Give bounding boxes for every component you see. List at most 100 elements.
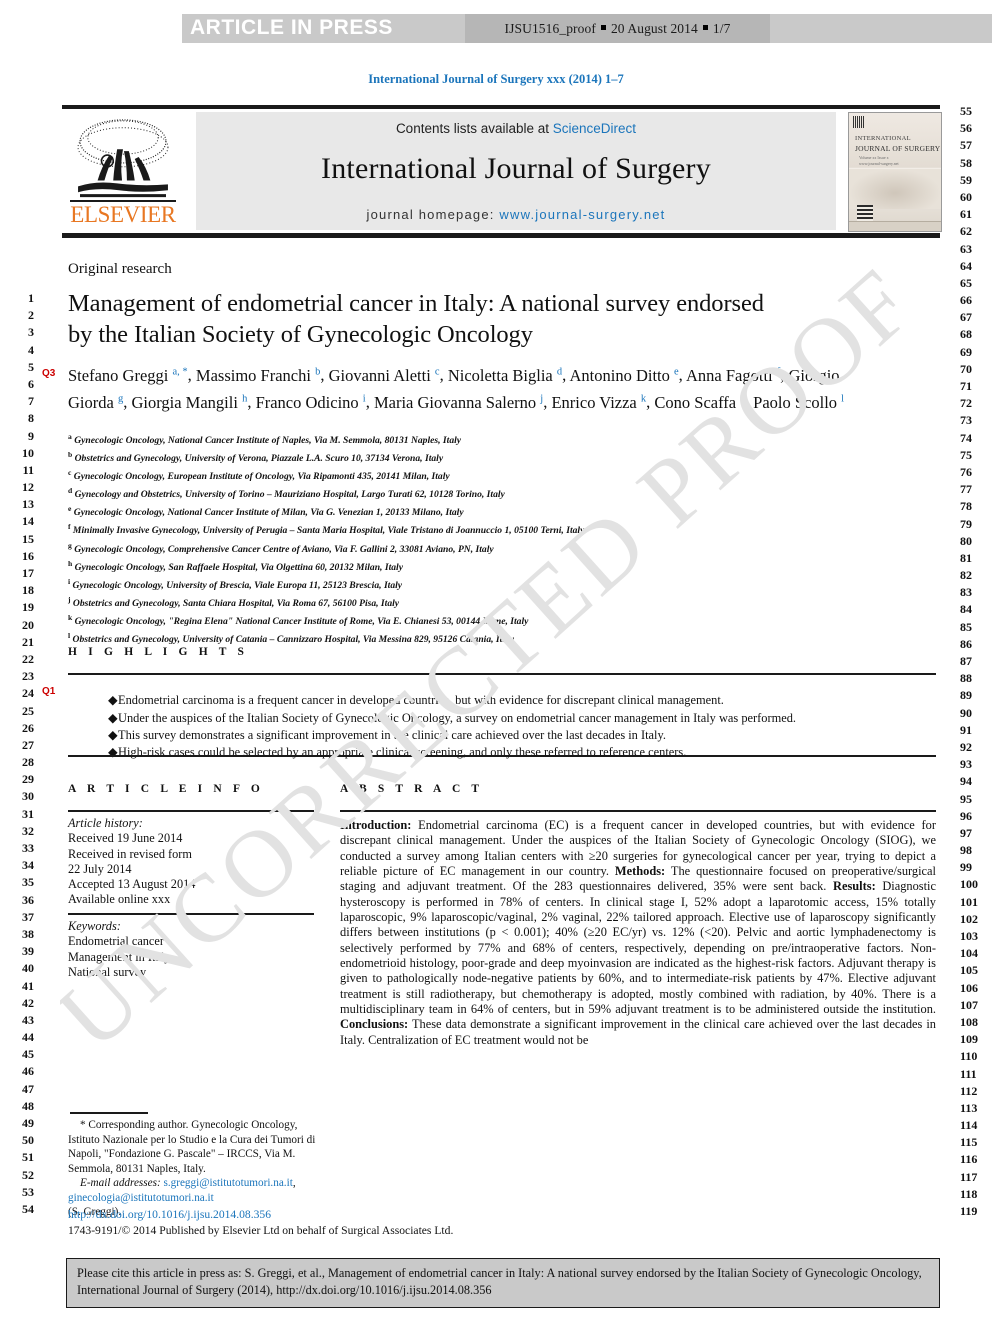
line-number: 84: [960, 602, 972, 617]
line-number: 28: [22, 755, 34, 770]
line-number: 12: [22, 480, 34, 495]
proof-page: 1/7: [712, 20, 731, 36]
abstract-results-label: Results:: [833, 879, 876, 894]
cover-line-1: INTERNATIONAL: [855, 135, 911, 142]
abstract-methods-label: Methods:: [614, 864, 666, 879]
line-number: 118: [960, 1186, 978, 1201]
abstract-introduction-label: Introduction:: [340, 818, 412, 832]
line-number: 65: [960, 275, 972, 290]
line-number: 115: [960, 1135, 978, 1150]
journal-reference-line: International Journal of Surgery xxx (20…: [368, 72, 624, 86]
email-link-1[interactable]: s.greggi@istitutotumori.na.it: [163, 1177, 292, 1189]
author-list: Stefano Greggi a, *, Massimo Franchi b, …: [68, 365, 845, 412]
article-history-item: Received in revised form: [68, 846, 192, 861]
homepage-link[interactable]: www.journal-surgery.net: [499, 207, 665, 222]
line-number: 108: [960, 1014, 978, 1029]
line-number: 30: [22, 789, 34, 804]
line-number: 48: [22, 1098, 34, 1113]
line-number: 43: [22, 1012, 34, 1027]
line-number: 101: [960, 894, 978, 909]
line-number: 2: [28, 308, 34, 323]
query-marker-q3[interactable]: Q3: [42, 368, 55, 379]
line-number: 63: [960, 241, 972, 256]
affiliation-item: e Gynecologic Oncology, National Cancer …: [68, 504, 464, 519]
elsevier-wordmark: ELSEVIER: [70, 202, 176, 227]
line-number: 71: [960, 379, 972, 393]
author-name: Cono Scaffa a: [654, 392, 745, 412]
line-number: 76: [960, 464, 972, 479]
article-history-lines: Received 19 June 2014 Received in revised…: [68, 831, 318, 907]
affiliation-item: j Obstetrics and Gynecology, Santa Chiar…: [68, 594, 400, 610]
line-number: 41: [22, 978, 34, 993]
line-number: 49: [22, 1116, 34, 1130]
line-number: 86: [960, 636, 972, 651]
masthead-top-rule: [62, 105, 940, 109]
email-link-2[interactable]: ginecologia@istitutotumori.na.it: [68, 1192, 214, 1204]
journal-homepage-line: journal homepage: www.journal-surgery.ne…: [367, 207, 666, 222]
article-history-item: Accepted 13 August 2014: [68, 877, 196, 892]
line-number: 16: [22, 548, 34, 563]
line-number: 113: [960, 1100, 978, 1115]
line-number: 57: [960, 138, 972, 153]
line-number: 80: [960, 533, 972, 548]
copyright-line: 1743-9191/© 2014 Published by Elsevier L…: [68, 1224, 454, 1237]
highlights-heading: H I G H L I G H T S: [68, 646, 249, 658]
line-number: 79: [960, 516, 972, 531]
diamond-bullet-icon: ◆: [108, 710, 118, 725]
masthead-panel: Contents lists available at ScienceDirec…: [196, 112, 836, 230]
highlight-item: ◆Endometrial carcinoma is a frequent can…: [108, 692, 980, 709]
affiliation-mark: c: [68, 468, 72, 478]
line-number: 100: [960, 877, 978, 892]
diamond-bullet-icon: ◆: [108, 693, 118, 708]
masthead-bottom-rule: [62, 233, 940, 238]
line-number: 78: [960, 499, 972, 514]
line-number: 88: [960, 671, 972, 686]
line-number: 6: [28, 376, 34, 391]
line-number: 75: [960, 447, 972, 462]
line-number: 38: [22, 926, 34, 941]
affiliation-mark: j: [68, 594, 71, 604]
corresponding-author-footnote: * Corresponding author. Gynecologic Onco…: [68, 1118, 324, 1220]
line-number: 56: [960, 121, 972, 136]
line-number: 44: [22, 1030, 34, 1045]
line-number: 21: [22, 634, 34, 649]
line-number: 116: [960, 1152, 978, 1167]
query-marker-q1[interactable]: Q1: [42, 686, 55, 697]
affiliation-mark: d: [68, 486, 73, 496]
line-number: 35: [22, 875, 34, 890]
proof-date: 20 August 2014: [610, 20, 698, 36]
sciencedirect-link[interactable]: ScienceDirect: [553, 121, 636, 136]
line-number: 25: [22, 703, 34, 718]
line-number: 59: [960, 172, 972, 187]
line-number: 15: [22, 531, 34, 546]
line-number: 39: [22, 944, 34, 959]
author-name: Massimo Franchi b: [195, 365, 321, 385]
affiliation-item: c Gynecologic Oncology, European Institu…: [68, 468, 450, 483]
line-number: 103: [960, 929, 978, 943]
abstract-text: Introduction: Endometrial carcinoma (EC)…: [340, 818, 936, 1048]
doi-link[interactable]: http://dx.doi.org/10.1016/j.ijsu.2014.08…: [68, 1208, 271, 1221]
article-history-item: Received 19 June 2014: [68, 831, 183, 846]
affiliation-mark: f: [68, 522, 71, 532]
abstract-results: Diagnostic hysteroscopy is performed in …: [340, 879, 936, 1017]
cite-this-article-box: Please cite this article in press as: S.…: [66, 1258, 940, 1308]
line-number: 62: [960, 224, 972, 239]
affiliation-item: a Gynecologic Oncology, National Cancer …: [68, 432, 462, 447]
affiliation-item: f Minimally Invasive Gynecology, Univers…: [68, 522, 585, 537]
affiliation-mark: k: [68, 612, 73, 622]
line-number: 117: [960, 1169, 978, 1184]
highlights-bottom-rule: [68, 755, 936, 757]
line-number: 97: [960, 825, 972, 840]
abstract-heading: A B S T R A C T: [340, 783, 484, 795]
diamond-bullet-icon: ◆: [108, 745, 118, 760]
line-number: 69: [960, 344, 972, 359]
highlight-item: ◆Under the auspices of the Italian Socie…: [108, 710, 980, 727]
affiliation-list: a Gynecologic Oncology, National Cancer …: [68, 430, 788, 647]
elsevier-logo: ELSEVIER: [64, 112, 182, 230]
line-number: 23: [22, 669, 34, 684]
line-number: 98: [960, 843, 972, 858]
article-history-item: 22 July 2014: [68, 861, 132, 876]
line-number: 102: [960, 911, 978, 926]
line-number: 19: [22, 600, 34, 615]
journal-title: International Journal of Surgery: [321, 152, 711, 185]
